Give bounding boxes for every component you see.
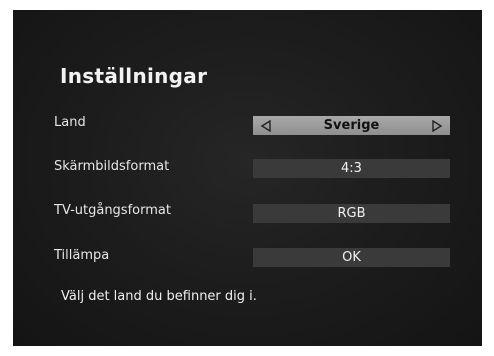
aspect-ratio-selector[interactable]: 4:3 [253,159,450,178]
apply-ok-button[interactable]: OK [253,248,450,267]
country-selector[interactable]: Sverige [253,116,450,135]
setting-label-apply: Tillämpa [54,248,110,263]
triangle-left-icon[interactable] [261,119,271,132]
tv-output-value: RGB [337,206,366,221]
tv-output-selector[interactable]: RGB [253,204,450,223]
apply-ok-label: OK [342,250,361,265]
tv-settings-screen: Inställningar Land Sverige Skärmbildsfor… [13,10,482,346]
aspect-ratio-value: 4:3 [341,161,362,176]
country-value: Sverige [323,118,380,133]
setting-label-aspect-ratio: Skärmbildsformat [54,159,170,174]
setting-label-tv-output: TV-utgångsformat [54,203,171,218]
setting-label-country: Land [54,115,86,130]
page-title: Inställningar [60,64,208,88]
triangle-right-icon[interactable] [432,119,442,132]
help-text: Välj det land du befinner dig i. [61,289,257,304]
